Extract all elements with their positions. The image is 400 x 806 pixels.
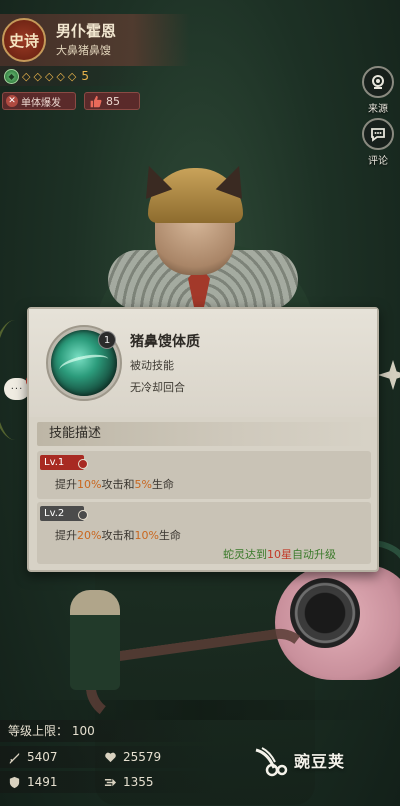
source-button[interactable]: 来源	[358, 66, 398, 115]
watermark: 豌豆荚	[252, 740, 372, 780]
skill-description-header: 技能描述	[37, 422, 369, 446]
star-icon: ◇	[56, 69, 65, 83]
source-label: 来源	[368, 104, 388, 115]
star-icon: ◇	[22, 69, 31, 83]
level-2-description: 提升20%攻击和10%生命	[55, 529, 181, 542]
stat-row-2: 1491 1355	[0, 771, 215, 793]
watermark-text: 豌豆荚	[294, 752, 346, 771]
watermark-logo-icon	[255, 747, 288, 777]
star-rating: ◆ ◇ ◇ ◇ ◇ ◇ 5	[0, 66, 150, 86]
star-icon: ◇	[33, 69, 42, 83]
like-count: 85	[106, 94, 120, 108]
thumbs-up-icon	[90, 95, 102, 107]
skill-level-2-block: Lv.2 提升20%攻击和10%生命 蛇灵达到10星自动升级	[37, 502, 371, 564]
level-1-tag: Lv.1	[40, 455, 88, 470]
hero-subtitle: 大鼻猪鼻馊	[56, 44, 111, 57]
skill-level-1-block: Lv.1 提升10%攻击和5%生命	[37, 451, 371, 499]
like-button[interactable]: 85	[84, 92, 140, 110]
cross-icon: ✕	[6, 95, 18, 107]
gem-icon: ◆	[4, 68, 19, 84]
level-cap: 等级上限： 100	[0, 720, 215, 742]
upgrade-condition: 蛇灵达到10星自动升级	[223, 548, 336, 561]
comment-icon	[371, 128, 385, 142]
stat-row-1: 5407 25579	[0, 746, 215, 768]
skill-level-badge: 1	[98, 331, 116, 349]
star-count: 5	[81, 69, 89, 83]
tag-single-burst: ✕ 单体爆发	[2, 92, 76, 110]
level-cap-value: 100	[71, 724, 95, 738]
attack-stat: 5407	[8, 750, 58, 764]
level-cap-label: 等级上限：	[8, 724, 69, 738]
speed-stat: 1355	[104, 775, 154, 789]
defense-stat: 1491	[8, 775, 58, 789]
star-icon: ◇	[44, 69, 54, 83]
skill-detail-panel: 1 猪鼻馊体质 被动技能 无冷却回合 技能描述 Lv.1 提升10%攻击和5%生…	[27, 307, 379, 572]
heart-icon	[105, 752, 116, 762]
star-icon: ◇	[67, 69, 77, 83]
skill-cooldown: 无冷却回合	[130, 381, 185, 394]
comment-button[interactable]: 评论	[358, 118, 398, 167]
flower-decoration	[378, 360, 400, 390]
shield-icon	[9, 776, 20, 788]
rarity-badge: 史诗	[2, 18, 46, 62]
speed-icon	[104, 778, 117, 786]
mini-character-sprite	[70, 590, 120, 690]
hp-stat: 25579	[104, 750, 161, 764]
comment-label: 评论	[368, 156, 388, 167]
location-icon	[372, 75, 384, 89]
level-2-tag: Lv.2	[40, 506, 88, 521]
hero-name: 男仆霍恩	[56, 22, 117, 40]
sword-icon	[9, 752, 20, 764]
skill-type: 被动技能	[130, 359, 174, 372]
tag-single-label: 单体爆发	[21, 97, 61, 109]
level-1-description: 提升10%攻击和5%生命	[55, 478, 174, 491]
skill-name: 猪鼻馊体质	[130, 334, 200, 350]
